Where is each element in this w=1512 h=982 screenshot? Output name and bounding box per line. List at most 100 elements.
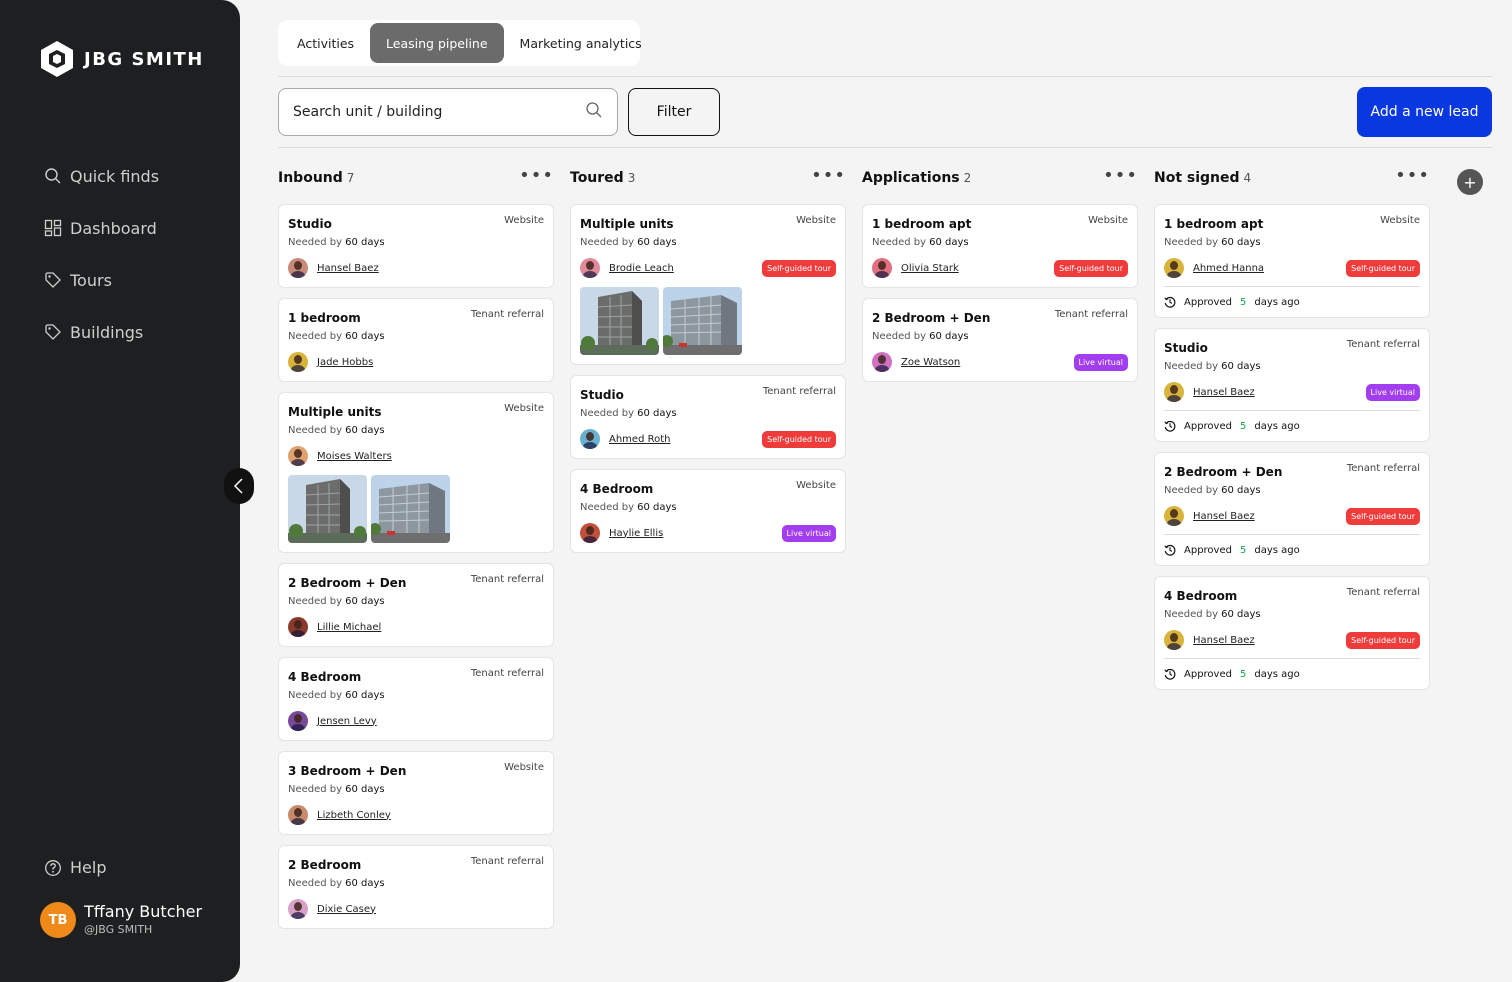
dashboard-icon	[44, 219, 62, 237]
lead-card[interactable]: 2 Bedroom + Den Tenant referral Needed b…	[1154, 452, 1430, 566]
tag-icon	[44, 323, 62, 341]
search-box	[278, 88, 618, 136]
person-link[interactable]: Jade Hobbs	[317, 357, 373, 368]
more-options-icon[interactable]: •••	[1103, 167, 1138, 185]
person: Jade Hobbs	[288, 352, 373, 372]
avatar	[1164, 258, 1184, 278]
collapse-sidebar-button[interactable]	[224, 468, 254, 504]
needed-value: 60 days	[1221, 237, 1261, 248]
person: Dixie Casey	[288, 899, 376, 919]
brand-logo[interactable]: JBG SMITH	[40, 40, 204, 78]
needed-value: 60 days	[637, 502, 677, 513]
add-column-button[interactable]: +	[1457, 169, 1483, 195]
needed-by: Needed by 60 days	[288, 784, 544, 795]
nav-item-quick-finds[interactable]: Quick finds	[44, 162, 159, 190]
person-link[interactable]: Haylie Ellis	[609, 528, 663, 539]
card-title: Multiple units	[580, 217, 674, 231]
more-options-icon[interactable]: •••	[811, 167, 846, 185]
lead-card[interactable]: 4 Bedroom Tenant referral Needed by 60 da…	[278, 657, 554, 741]
lead-source: Tenant referral	[1346, 587, 1420, 598]
lead-card[interactable]: 1 bedroom apt Website Needed by 60 days O…	[862, 204, 1138, 288]
person-link[interactable]: Lizbeth Conley	[317, 810, 391, 821]
needed-by: Needed by 60 days	[1164, 361, 1420, 372]
tab-marketing-analytics[interactable]: Marketing analytics	[504, 23, 658, 63]
filter-button[interactable]: Filter	[628, 88, 720, 136]
search-input[interactable]	[293, 104, 585, 120]
lead-card[interactable]: Multiple units Website Needed by 60 days …	[278, 392, 554, 553]
nav-item-tours[interactable]: Tours	[44, 266, 159, 294]
nav-item-buildings[interactable]: Buildings	[44, 318, 159, 346]
nav-item-dashboard[interactable]: Dashboard	[44, 214, 159, 242]
tab-activities[interactable]: Activities	[281, 23, 370, 63]
lead-card[interactable]: 1 bedroom apt Website Needed by 60 days A…	[1154, 204, 1430, 318]
card-person-row: Lillie Michael	[288, 617, 544, 637]
add-lead-button[interactable]: Add a new lead	[1357, 87, 1492, 137]
building-photo[interactable]	[371, 475, 450, 543]
search-icon[interactable]	[585, 101, 603, 123]
needed-by: Needed by 60 days	[288, 596, 544, 607]
card-title: 2 Bedroom + Den	[288, 576, 407, 590]
person-link[interactable]: Jensen Levy	[317, 716, 377, 727]
lead-card[interactable]: 2 Bedroom + Den Tenant referral Needed b…	[862, 298, 1138, 382]
card-title: 1 bedroom apt	[872, 217, 972, 231]
needed-by: Needed by 60 days	[580, 408, 836, 419]
lead-card[interactable]: 4 Bedroom Tenant referral Needed by 60 da…	[1154, 576, 1430, 690]
needed-value: 60 days	[345, 425, 385, 436]
lead-card[interactable]: 2 Bedroom + Den Tenant referral Needed b…	[278, 563, 554, 647]
lead-card[interactable]: 1 bedroom Tenant referral Needed by 60 da…	[278, 298, 554, 382]
person-link[interactable]: Olivia Stark	[901, 263, 959, 274]
person-link[interactable]: Zoe Watson	[901, 357, 960, 368]
user-profile[interactable]: TB Tffany Butcher @JBG SMITH	[40, 902, 202, 938]
search-icon	[44, 167, 62, 185]
person-link[interactable]: Dixie Casey	[317, 904, 376, 915]
approved-days: 5	[1239, 420, 1247, 432]
person-link[interactable]: Hansel Baez	[1193, 511, 1255, 522]
brand-name: JBG SMITH	[84, 48, 204, 70]
lead-card[interactable]: 4 Bedroom Website Needed by 60 days Hayli…	[570, 469, 846, 553]
lead-card[interactable]: 3 Bedroom + Den Website Needed by 60 days…	[278, 751, 554, 835]
lead-card[interactable]: Studio Tenant referral Needed by 60 days …	[1154, 328, 1430, 442]
more-options-icon[interactable]: •••	[519, 167, 554, 185]
more-options-icon[interactable]: •••	[1395, 167, 1430, 185]
building-photo[interactable]	[288, 475, 367, 543]
card-title: 2 Bedroom + Den	[872, 311, 991, 325]
approved-days: 5	[1239, 668, 1247, 680]
building-photo[interactable]	[663, 287, 742, 355]
person-link[interactable]: Hansel Baez	[1193, 635, 1255, 646]
approved-suffix: days ago	[1254, 544, 1300, 556]
building-photo[interactable]	[580, 287, 659, 355]
card-title: Multiple units	[288, 405, 382, 419]
person-link[interactable]: Ahmed Hanna	[1193, 263, 1264, 274]
avatar	[580, 258, 600, 278]
help-label: Help	[70, 858, 107, 877]
person-link[interactable]: Brodie Leach	[609, 263, 674, 274]
tag-icon	[44, 271, 62, 289]
approved-days: 5	[1239, 296, 1247, 308]
lead-card[interactable]: Studio Website Needed by 60 days Hansel B…	[278, 204, 554, 288]
column-title: Toured	[570, 169, 624, 186]
person-link[interactable]: Moises Walters	[317, 451, 392, 462]
user-name: Tffany Butcher	[84, 902, 203, 921]
person: Ahmed Hanna	[1164, 258, 1264, 278]
approved-suffix: days ago	[1254, 296, 1300, 308]
tour-type-badge: Self-guided tour	[762, 259, 836, 277]
help-link[interactable]: Help	[44, 858, 106, 877]
person-link[interactable]: Hansel Baez	[317, 263, 379, 274]
needed-value: 60 days	[929, 331, 969, 342]
person-link[interactable]: Hansel Baez	[1193, 387, 1255, 398]
needed-value: 60 days	[345, 596, 385, 607]
person: Haylie Ellis	[580, 523, 663, 543]
chevron-left-icon	[233, 478, 243, 494]
needed-label: Needed by	[580, 408, 635, 419]
needed-label: Needed by	[1164, 361, 1219, 372]
avatar	[288, 617, 308, 637]
pipeline-column: Applications 2 ••• 1 bedroom apt Website …	[862, 165, 1138, 392]
lead-card[interactable]: Studio Tenant referral Needed by 60 days …	[570, 375, 846, 459]
lead-card[interactable]: Multiple units Website Needed by 60 days …	[570, 204, 846, 365]
person-link[interactable]: Lillie Michael	[317, 622, 381, 633]
lead-card[interactable]: 2 Bedroom Tenant referral Needed by 60 da…	[278, 845, 554, 929]
tab-leasing-pipeline[interactable]: Leasing pipeline	[370, 23, 504, 63]
person-link[interactable]: Ahmed Roth	[609, 434, 670, 445]
needed-label: Needed by	[288, 878, 343, 889]
needed-value: 60 days	[1221, 361, 1261, 372]
